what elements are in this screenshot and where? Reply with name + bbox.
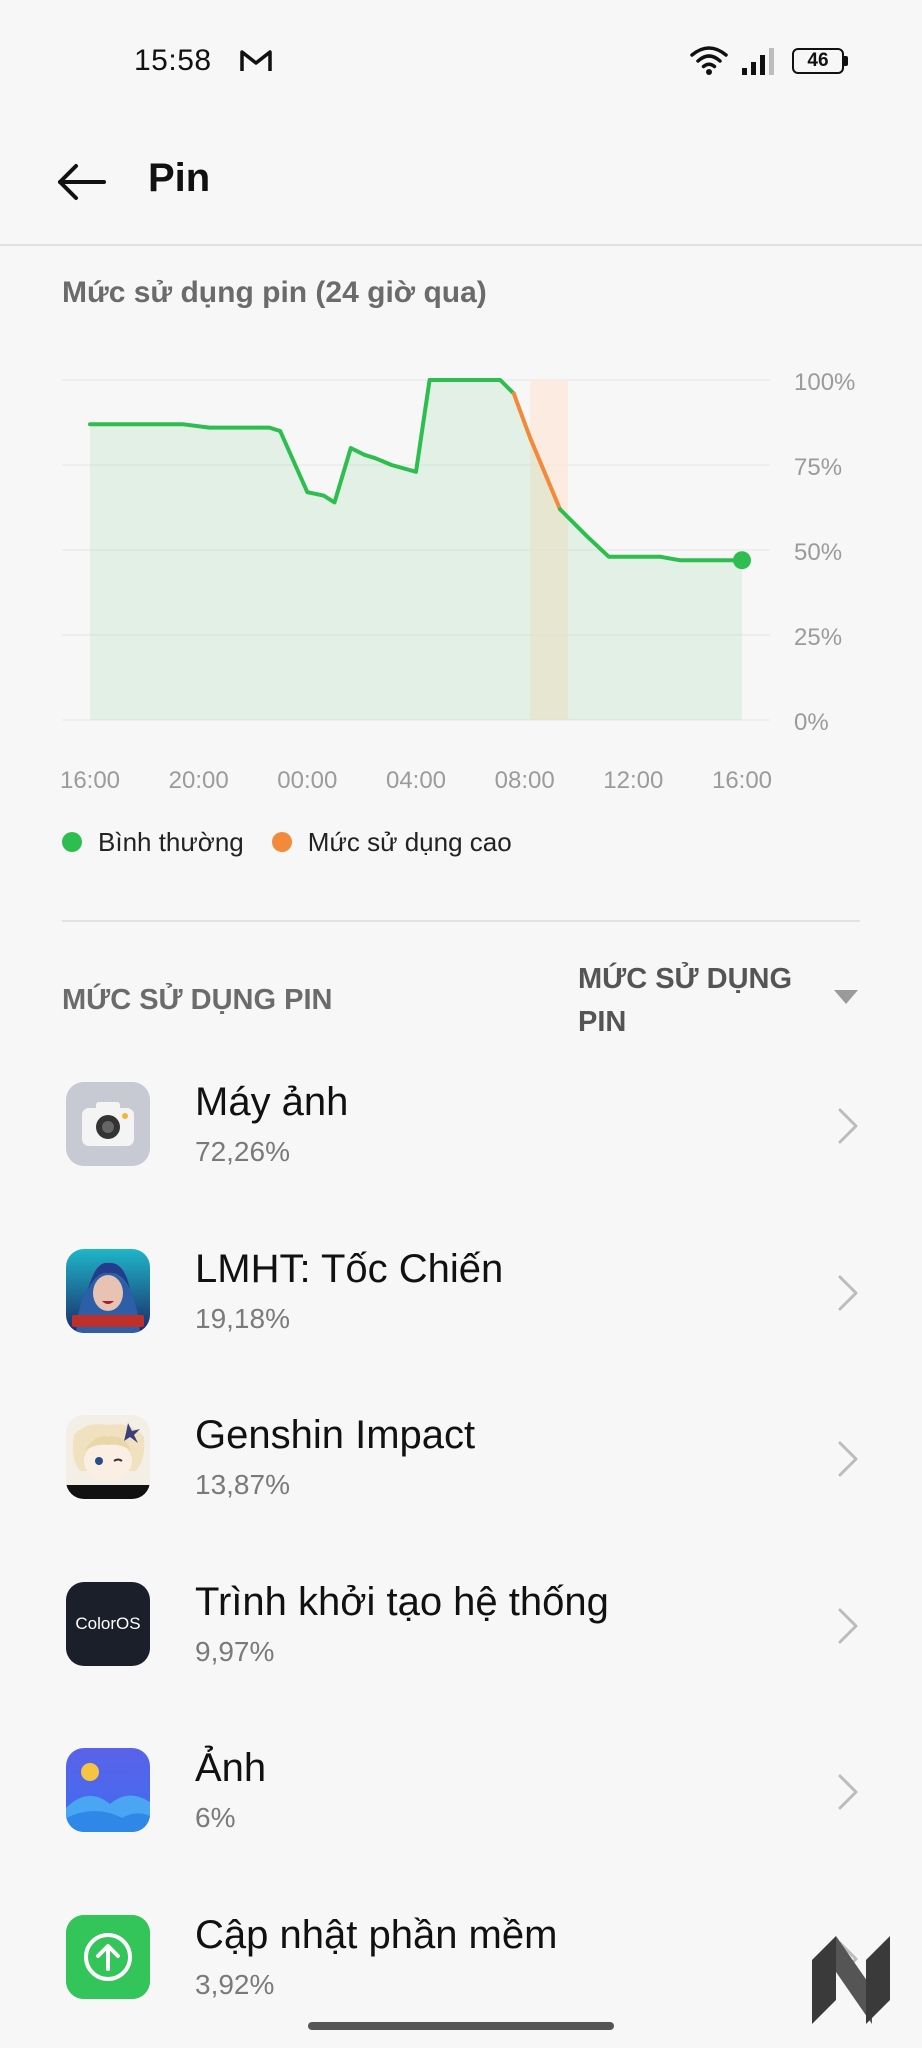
app-name: Ảnh (195, 1746, 267, 1790)
x-tick-label: 16:00 (60, 767, 120, 794)
app-usage: 72,26% (195, 1136, 290, 1167)
legend-dot-high (271, 832, 292, 852)
app-bar: Pin (0, 122, 922, 246)
coloros-app-icon: ColorOS (66, 1581, 150, 1666)
coloros-icon-text: ColorOS (75, 1613, 141, 1633)
chevron-right-icon (838, 1275, 858, 1310)
signal-icon (742, 48, 774, 75)
battery-screen: 15:58 46 Pin Mức sử dụng pin (24 giờ qua… (0, 0, 922, 2048)
section-label: MỨC SỬ DỤNG PIN (62, 984, 333, 1016)
chart-legend: Bình thường Mức sử dụng cao (62, 822, 540, 862)
x-axis-ticks: 16:00 20:00 00:00 04:00 08:00 12:00 16:00 (60, 767, 772, 794)
app-name: Genshin Impact (195, 1413, 476, 1457)
wifi-icon (690, 46, 728, 75)
legend-item-normal: Bình thường (62, 827, 244, 858)
y-tick-label: 75% (794, 454, 842, 481)
page-title: Pin (148, 156, 211, 200)
camera-app-icon (66, 1082, 150, 1166)
software-update-app-icon (66, 1914, 150, 1999)
battery-level: 46 (807, 50, 829, 71)
app-usage: 9,97% (195, 1635, 275, 1667)
app-usage: 3,92% (195, 1968, 275, 2000)
x-tick-label: 04:00 (386, 767, 446, 794)
battery-chart[interactable]: 100% 75% 50% 25% 0% 16:00 20:00 00:00 04:00 08:0… (0, 340, 922, 800)
legend-label: Bình thường (98, 826, 244, 857)
watermark-logo (812, 1936, 890, 2024)
y-axis-ticks: 100% 75% 50% 25% 0% (794, 369, 855, 736)
y-tick-label: 25% (794, 624, 842, 651)
x-tick-label: 16:00 (712, 767, 772, 794)
app-usage-list: Máy ảnh 72,26% LMHT: Tốc Chiến 19,18% Ge… (0, 1066, 922, 2048)
list-item[interactable]: Genshin Impact 13,87% (0, 1399, 922, 1566)
wild-rift-app-icon (66, 1248, 150, 1333)
chart-title: Mức sử dụng pin (24 giờ qua) (62, 276, 487, 309)
status-bar: 15:58 46 (0, 0, 922, 122)
photos-app-icon (66, 1748, 150, 1832)
app-name: LMHT: Tốc Chiến (195, 1246, 504, 1291)
app-usage: 19,18% (195, 1302, 290, 1334)
arrow-left-icon (58, 164, 106, 200)
caret-down-icon (834, 990, 858, 1004)
app-usage: 13,87% (195, 1469, 290, 1500)
y-tick-label: 50% (794, 539, 842, 566)
x-tick-label: 20:00 (169, 767, 229, 794)
list-item[interactable]: LMHT: Tốc Chiến 19,18% (0, 1233, 922, 1400)
list-item[interactable]: Ảnh 6% (0, 1732, 922, 1899)
legend-item-high: Mức sử dụng cao (271, 826, 512, 858)
chevron-right-icon (838, 1108, 858, 1144)
list-item[interactable]: Máy ảnh 72,26% (0, 1066, 922, 1233)
chevron-right-icon (838, 1774, 858, 1810)
app-usage: 6% (195, 1802, 236, 1833)
current-level-dot (733, 551, 751, 570)
legend-dot-normal (62, 832, 82, 852)
app-name: Trình khởi tạo hệ thống (195, 1579, 609, 1624)
status-time: 15:58 (134, 44, 212, 77)
app-name: Cập nhật phần mềm (195, 1912, 558, 1957)
divider (62, 920, 860, 922)
x-tick-label: 00:00 (277, 767, 337, 794)
y-tick-label: 0% (794, 709, 829, 736)
list-item[interactable]: ColorOS Trình khởi tạo hệ thống 9,97% (0, 1566, 922, 1733)
sort-label: MỨC SỬ DỤNG PIN (578, 963, 793, 1038)
x-tick-label: 08:00 (495, 767, 555, 794)
y-tick-label: 100% (794, 369, 855, 396)
home-indicator[interactable] (308, 2022, 614, 2030)
chevron-right-icon (838, 1441, 858, 1477)
current-level-marker (733, 551, 751, 570)
x-tick-label: 12:00 (603, 767, 663, 794)
legend-label: Mức sử dụng cao (307, 826, 512, 857)
gmail-icon (240, 50, 272, 71)
app-name: Máy ảnh (195, 1080, 349, 1124)
chevron-right-icon (838, 1608, 858, 1643)
genshin-app-icon (66, 1415, 150, 1499)
battery-icon: 46 (792, 48, 848, 74)
back-button[interactable] (52, 152, 112, 212)
sort-dropdown[interactable]: MỨC SỬ DỤNG PIN (578, 958, 868, 1048)
